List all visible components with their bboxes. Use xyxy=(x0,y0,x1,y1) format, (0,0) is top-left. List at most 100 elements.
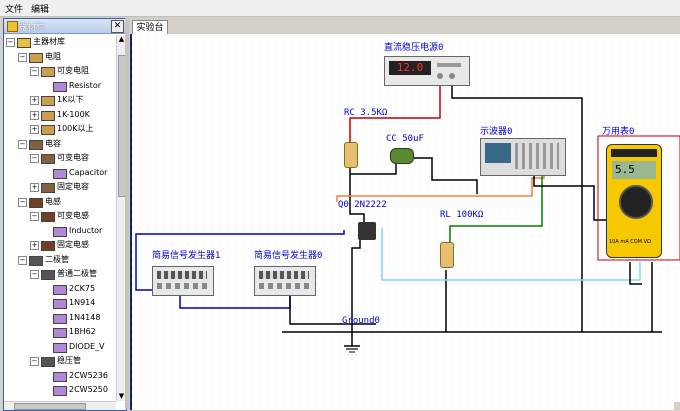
menu-edit[interactable]: 编辑 xyxy=(31,2,49,15)
tree-item-label: 固定电感 xyxy=(57,240,89,249)
scroll-down-icon[interactable]: ▼ xyxy=(118,393,125,400)
collapse-icon[interactable]: − xyxy=(30,357,39,366)
component-icon xyxy=(53,226,67,237)
expand-icon[interactable]: + xyxy=(30,96,39,105)
tree-item-label: 1K-100K xyxy=(57,109,90,119)
diode-icon xyxy=(41,357,55,367)
tree-item-label: DIODE_V xyxy=(69,341,105,351)
signal-generator-1[interactable] xyxy=(152,266,214,296)
ground-label: Ground0 xyxy=(342,316,380,326)
collapse-icon[interactable]: − xyxy=(18,52,27,62)
scope-label: 示波器0 xyxy=(480,127,513,137)
collapse-icon[interactable]: − xyxy=(18,255,27,265)
meter-display: 5.5 xyxy=(612,161,656,179)
tree-item-label: 稳压管 xyxy=(57,356,81,365)
tree-item-label: 1N914 xyxy=(69,298,96,307)
component-icon xyxy=(53,313,67,324)
tree-item-label: 2CK75 xyxy=(69,283,96,293)
generator-keys[interactable] xyxy=(259,271,309,279)
multimeter[interactable]: 5.5 10A mA COM VΩ xyxy=(606,144,662,258)
tree-item-label: 100K以上 xyxy=(57,124,94,133)
menu-file[interactable]: 文件 xyxy=(5,2,23,15)
resistor-icon xyxy=(41,67,55,77)
dial-icon[interactable] xyxy=(619,185,653,219)
folder-icon xyxy=(17,38,31,48)
expand-icon[interactable]: + xyxy=(30,110,39,120)
inductor-icon xyxy=(41,241,55,251)
expand-icon[interactable]: + xyxy=(30,241,39,250)
collapse-icon[interactable]: − xyxy=(18,139,27,149)
panel-splitter[interactable] xyxy=(125,18,129,409)
collapse-icon[interactable]: − xyxy=(30,270,39,279)
meter-label: 万用表0 xyxy=(602,127,635,137)
component-icon xyxy=(53,81,67,92)
scroll-up-icon[interactable]: ▲ xyxy=(118,36,125,43)
generator-knobs[interactable] xyxy=(259,283,309,289)
capacitor-icon xyxy=(29,139,43,150)
tree-item-label: 电容 xyxy=(45,138,61,148)
supply-display: 12.0 xyxy=(389,61,431,75)
tree-item-label: 二极管 xyxy=(45,254,69,264)
resistor-rc[interactable] xyxy=(344,142,358,168)
panel-title-bar: 器材栏 ✕ xyxy=(4,19,126,34)
oscilloscope[interactable] xyxy=(480,138,566,176)
tree-item-label: 可变电感 xyxy=(57,211,89,220)
menu-bar: 文件 编辑 xyxy=(0,0,680,17)
hscroll-thumb[interactable] xyxy=(14,403,86,410)
collapse-icon[interactable]: − xyxy=(6,38,15,47)
tree-item-label: 2CW5236 xyxy=(69,370,108,380)
tree-item-label: Capacitor xyxy=(69,167,108,177)
capacitor-cc[interactable] xyxy=(390,148,414,164)
expand-icon[interactable]: + xyxy=(30,125,39,134)
knob-icon[interactable] xyxy=(437,73,443,79)
tree-item-label: 电阻 xyxy=(45,51,61,61)
component-tree: − 主器材库 − 电阻 − 可变电阻 Resistor +1K以下 +1K-100K +100K以… xyxy=(4,35,116,401)
generator-keys[interactable] xyxy=(157,271,207,279)
component-icon xyxy=(53,386,67,396)
port-vohm[interactable]: VΩ xyxy=(644,239,651,245)
collapse-icon[interactable]: − xyxy=(18,197,27,207)
scope-screen xyxy=(485,143,511,163)
resistor-rl[interactable] xyxy=(440,242,454,268)
dc-supply-label: 直流稳压电源0 xyxy=(384,43,444,53)
signal-generator-0[interactable] xyxy=(254,266,316,296)
generator-knobs[interactable] xyxy=(157,283,207,289)
knob-icon[interactable] xyxy=(449,73,455,79)
collapse-icon[interactable]: − xyxy=(30,67,39,76)
collapse-icon[interactable]: − xyxy=(30,154,39,163)
port-com[interactable]: COM xyxy=(630,239,642,245)
component-icon xyxy=(53,328,67,338)
tab-workbench[interactable]: 实验台 xyxy=(132,20,168,35)
panel-title: 器材栏 xyxy=(18,23,46,33)
circuit-wires xyxy=(132,34,680,410)
component-icon xyxy=(53,284,67,295)
rc-label: RC 3.5KΩ xyxy=(344,108,388,118)
resize-grip-icon[interactable] xyxy=(674,402,680,410)
expand-icon[interactable]: + xyxy=(30,183,39,192)
port-ma[interactable]: mA xyxy=(620,239,628,245)
tree-item-label: 普通二极管 xyxy=(57,269,97,278)
component-icon xyxy=(53,371,67,382)
resistor-icon xyxy=(41,125,55,135)
horizontal-scrollbar[interactable] xyxy=(4,401,116,410)
tree-item-label: 1BH62 xyxy=(69,327,96,336)
scope-controls[interactable] xyxy=(515,143,559,169)
transistor-q0[interactable] xyxy=(358,222,376,240)
gen0-label: 简易信号发生器0 xyxy=(254,251,323,261)
port-10a[interactable]: 10A xyxy=(609,239,619,245)
gen1-label: 简易信号发生器1 xyxy=(152,251,221,261)
collapse-icon[interactable]: − xyxy=(30,212,39,221)
cc-label: CC 50uF xyxy=(386,134,424,144)
tree-item-label: 可变电阻 xyxy=(57,66,89,75)
component-icon xyxy=(53,299,67,309)
tab-strip: 实验台 xyxy=(129,18,680,35)
tree-item-label: Resistor xyxy=(69,80,101,90)
inductor-icon xyxy=(29,197,43,208)
workbench-canvas[interactable]: 12.0 直流稳压电源0 RC 3.5KΩ CC 50uF Q0 2N2222 … xyxy=(130,34,680,410)
transistor-label: Q0 2N2222 xyxy=(338,200,387,210)
dc-power-supply[interactable]: 12.0 xyxy=(384,56,470,86)
close-button[interactable]: ✕ xyxy=(111,20,124,33)
tree-item-label: 电感 xyxy=(45,196,61,206)
capacitor-icon xyxy=(41,154,55,164)
tree-item-label: 1N4148 xyxy=(69,312,101,322)
